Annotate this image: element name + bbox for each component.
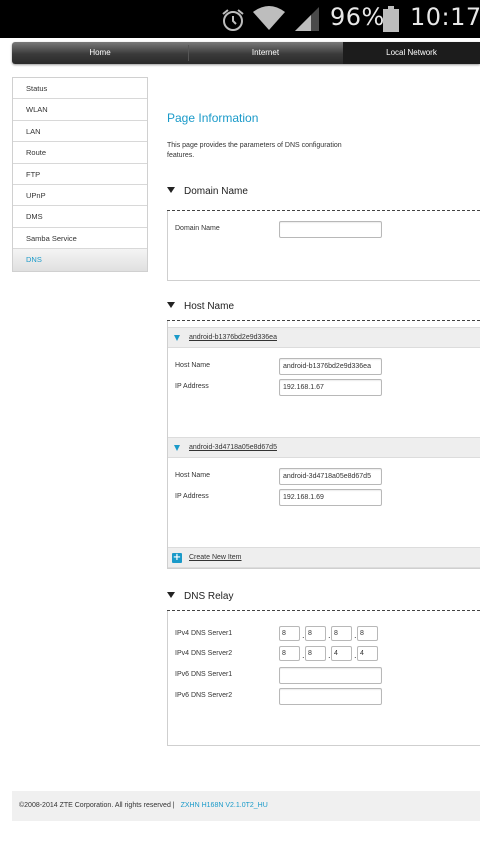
wifi-icon	[253, 6, 285, 30]
section-title-domain-name[interactable]: Domain Name	[167, 186, 248, 197]
ip-address-label: IP Address	[175, 383, 209, 390]
sidebar-item-samba-service[interactable]: Samba Service	[13, 228, 147, 250]
host-entry-link[interactable]: android-b1376bd2e9d336ea	[189, 334, 277, 341]
ipv4-dns2-octet-4[interactable]: 4	[357, 646, 378, 661]
host-name-label: Host Name	[175, 362, 211, 369]
host-name-input[interactable]: android-b1376bd2e9d336ea	[279, 358, 382, 375]
sidebar-item-dms[interactable]: DMS	[13, 206, 147, 228]
ipv4-dns2-octet-1[interactable]: 8	[279, 646, 300, 661]
expand-triangle-icon	[174, 335, 180, 341]
page-footer: ©2008-2014 ZTE Corporation. All rights r…	[12, 791, 480, 821]
ipv4-dns-server2-label: IPv4 DNS Server2	[175, 650, 233, 657]
ipv6-dns-server2-label: IPv6 DNS Server2	[175, 692, 233, 699]
domain-name-label: Domain Name	[175, 225, 220, 232]
battery-icon	[383, 6, 399, 32]
ipv4-dns2-octet-3[interactable]: 4	[331, 646, 352, 661]
section-title-dns-relay[interactable]: DNS Relay	[167, 591, 233, 602]
sidebar-item-route[interactable]: Route	[13, 142, 147, 164]
ipv4-dns1-octet-1[interactable]: 8	[279, 626, 300, 641]
host-entry-header[interactable]: android-b1376bd2e9d336ea	[168, 327, 480, 348]
plus-icon: +	[172, 552, 182, 563]
top-nav: Home Internet Local Network	[12, 42, 480, 64]
page-title: Page Information	[167, 111, 259, 125]
collapse-triangle-icon	[167, 187, 175, 194]
domain-name-input[interactable]	[279, 221, 382, 238]
expand-triangle-icon	[174, 445, 180, 451]
ip-address-label: IP Address	[175, 493, 209, 500]
ipv6-dns-server1-label: IPv6 DNS Server1	[175, 671, 233, 678]
create-new-item-link[interactable]: Create New Item	[189, 554, 242, 561]
ipv4-dns1-octet-3[interactable]: 8	[331, 626, 352, 641]
host-name-label: Host Name	[175, 472, 211, 479]
domain-name-panel: Domain Name	[167, 211, 480, 281]
host-entry-header[interactable]: android-3d4718a05e8d67d5	[168, 437, 480, 458]
create-new-item-row[interactable]: + Create New Item	[168, 547, 480, 568]
battery-percent: 96%	[330, 3, 385, 31]
page-description: This page provides the parameters of DNS…	[167, 142, 342, 159]
signal-icon	[295, 7, 319, 31]
tab-local-network[interactable]: Local Network	[343, 42, 480, 64]
browser-page: 96% 10:17 Home Internet Local Network St…	[0, 0, 480, 854]
firmware-version: ZXHN H168N V2.1.0T2_HU	[180, 802, 268, 809]
tab-internet[interactable]: Internet	[188, 42, 343, 64]
copyright-text: ©2008-2014 ZTE Corporation. All rights r…	[19, 802, 175, 809]
sidebar-item-lan[interactable]: LAN	[13, 121, 147, 143]
collapse-triangle-icon	[167, 302, 175, 309]
ipv6-dns-server1-input[interactable]	[279, 667, 382, 684]
ipv4-dns1-octet-2[interactable]: 8	[305, 626, 326, 641]
ip-address-input[interactable]: 192.168.1.67	[279, 379, 382, 396]
section-title-text: Host Name	[184, 301, 235, 312]
section-title-host-name[interactable]: Host Name	[167, 301, 234, 312]
sidebar-item-status[interactable]: Status	[13, 78, 147, 100]
dns-relay-panel: IPv4 DNS Server1 8 . 8 . 8 . 8 IPv4 DNS …	[167, 611, 480, 746]
sidebar-item-dns[interactable]: DNS	[13, 249, 147, 271]
host-name-input[interactable]: android-3d4718a05e8d67d5	[279, 468, 382, 485]
sidebar-item-ftp[interactable]: FTP	[13, 164, 147, 185]
ip-address-input[interactable]: 192.168.1.69	[279, 489, 382, 506]
clock-time: 10:17	[410, 3, 480, 31]
ipv6-dns-server2-input[interactable]	[279, 688, 382, 705]
ipv4-dns2-octet-2[interactable]: 8	[305, 646, 326, 661]
host-name-panel: android-b1376bd2e9d336ea Host Name andro…	[167, 321, 480, 569]
section-title-text: Domain Name	[184, 186, 248, 197]
host-entry-link[interactable]: android-3d4718a05e8d67d5	[189, 444, 277, 451]
ipv4-dns1-octet-4[interactable]: 8	[357, 626, 378, 641]
section-title-text: DNS Relay	[184, 591, 234, 602]
ipv4-dns-server1-label: IPv4 DNS Server1	[175, 630, 233, 637]
tab-home[interactable]: Home	[12, 42, 188, 64]
sidebar-item-wlan[interactable]: WLAN	[13, 99, 147, 121]
sidebar-item-upnp[interactable]: UPnP	[13, 185, 147, 207]
status-bar: 96% 10:17	[0, 0, 480, 38]
collapse-triangle-icon	[167, 592, 175, 599]
alarm-icon	[222, 9, 244, 31]
sidebar-menu: Status WLAN LAN Route FTP UPnP DMS Samba…	[12, 77, 148, 272]
